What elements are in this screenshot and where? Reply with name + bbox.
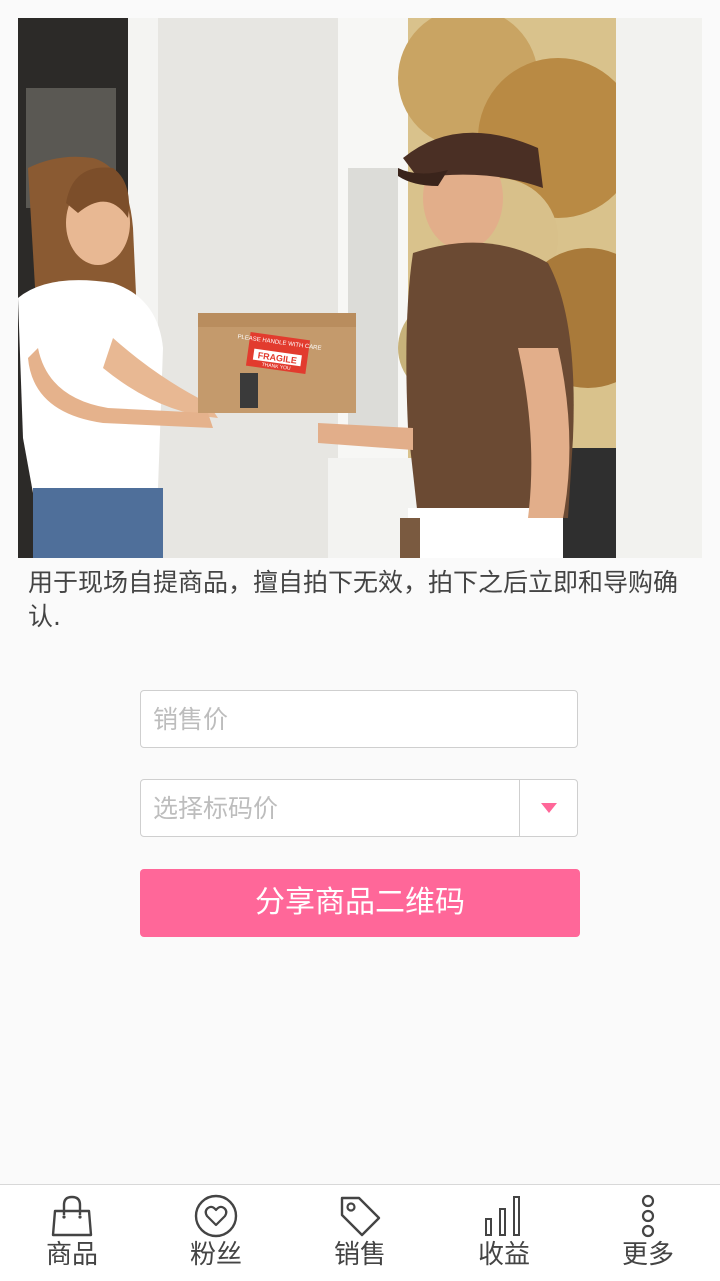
shopping-bag-icon — [51, 1195, 93, 1237]
description-text: 用于现场自提商品，擅自拍下无效，拍下之后立即和导购确认. — [28, 568, 679, 631]
tab-label-products: 商品 — [45, 1240, 98, 1270]
tag-price-placeholder: 选择标码价 — [153, 794, 279, 823]
tab-products[interactable]: 商品 — [0, 1185, 144, 1281]
caret-down-icon — [540, 803, 557, 813]
tab-sales[interactable]: 销售 — [288, 1185, 432, 1281]
share-qrcode-button[interactable]: 分享商品二维码 — [140, 869, 580, 937]
tab-label-earnings: 收益 — [477, 1240, 530, 1270]
heart-icon — [194, 1194, 238, 1238]
price-input[interactable] — [141, 691, 577, 747]
price-field[interactable] — [140, 690, 578, 748]
tab-label-more: 更多 — [621, 1240, 674, 1270]
tab-label-sales: 销售 — [333, 1240, 386, 1270]
bar-chart-icon — [485, 1196, 520, 1236]
more-icon — [641, 1194, 655, 1238]
tag-icon — [340, 1196, 381, 1237]
hero-image: PLEASE HANDLE WITH CARE FRAGILE THANK YO… — [18, 18, 702, 558]
bottom-tab-bar: 商品 粉丝 销售 收益 更多 — [0, 1184, 720, 1281]
tab-earnings[interactable]: 收益 — [432, 1185, 576, 1281]
tab-fans[interactable]: 粉丝 — [144, 1185, 288, 1281]
dropdown-button[interactable] — [519, 780, 577, 836]
tag-price-select[interactable]: 选择标码价 — [140, 779, 578, 837]
tab-more[interactable]: 更多 — [576, 1185, 720, 1281]
tab-label-fans: 粉丝 — [189, 1240, 242, 1270]
